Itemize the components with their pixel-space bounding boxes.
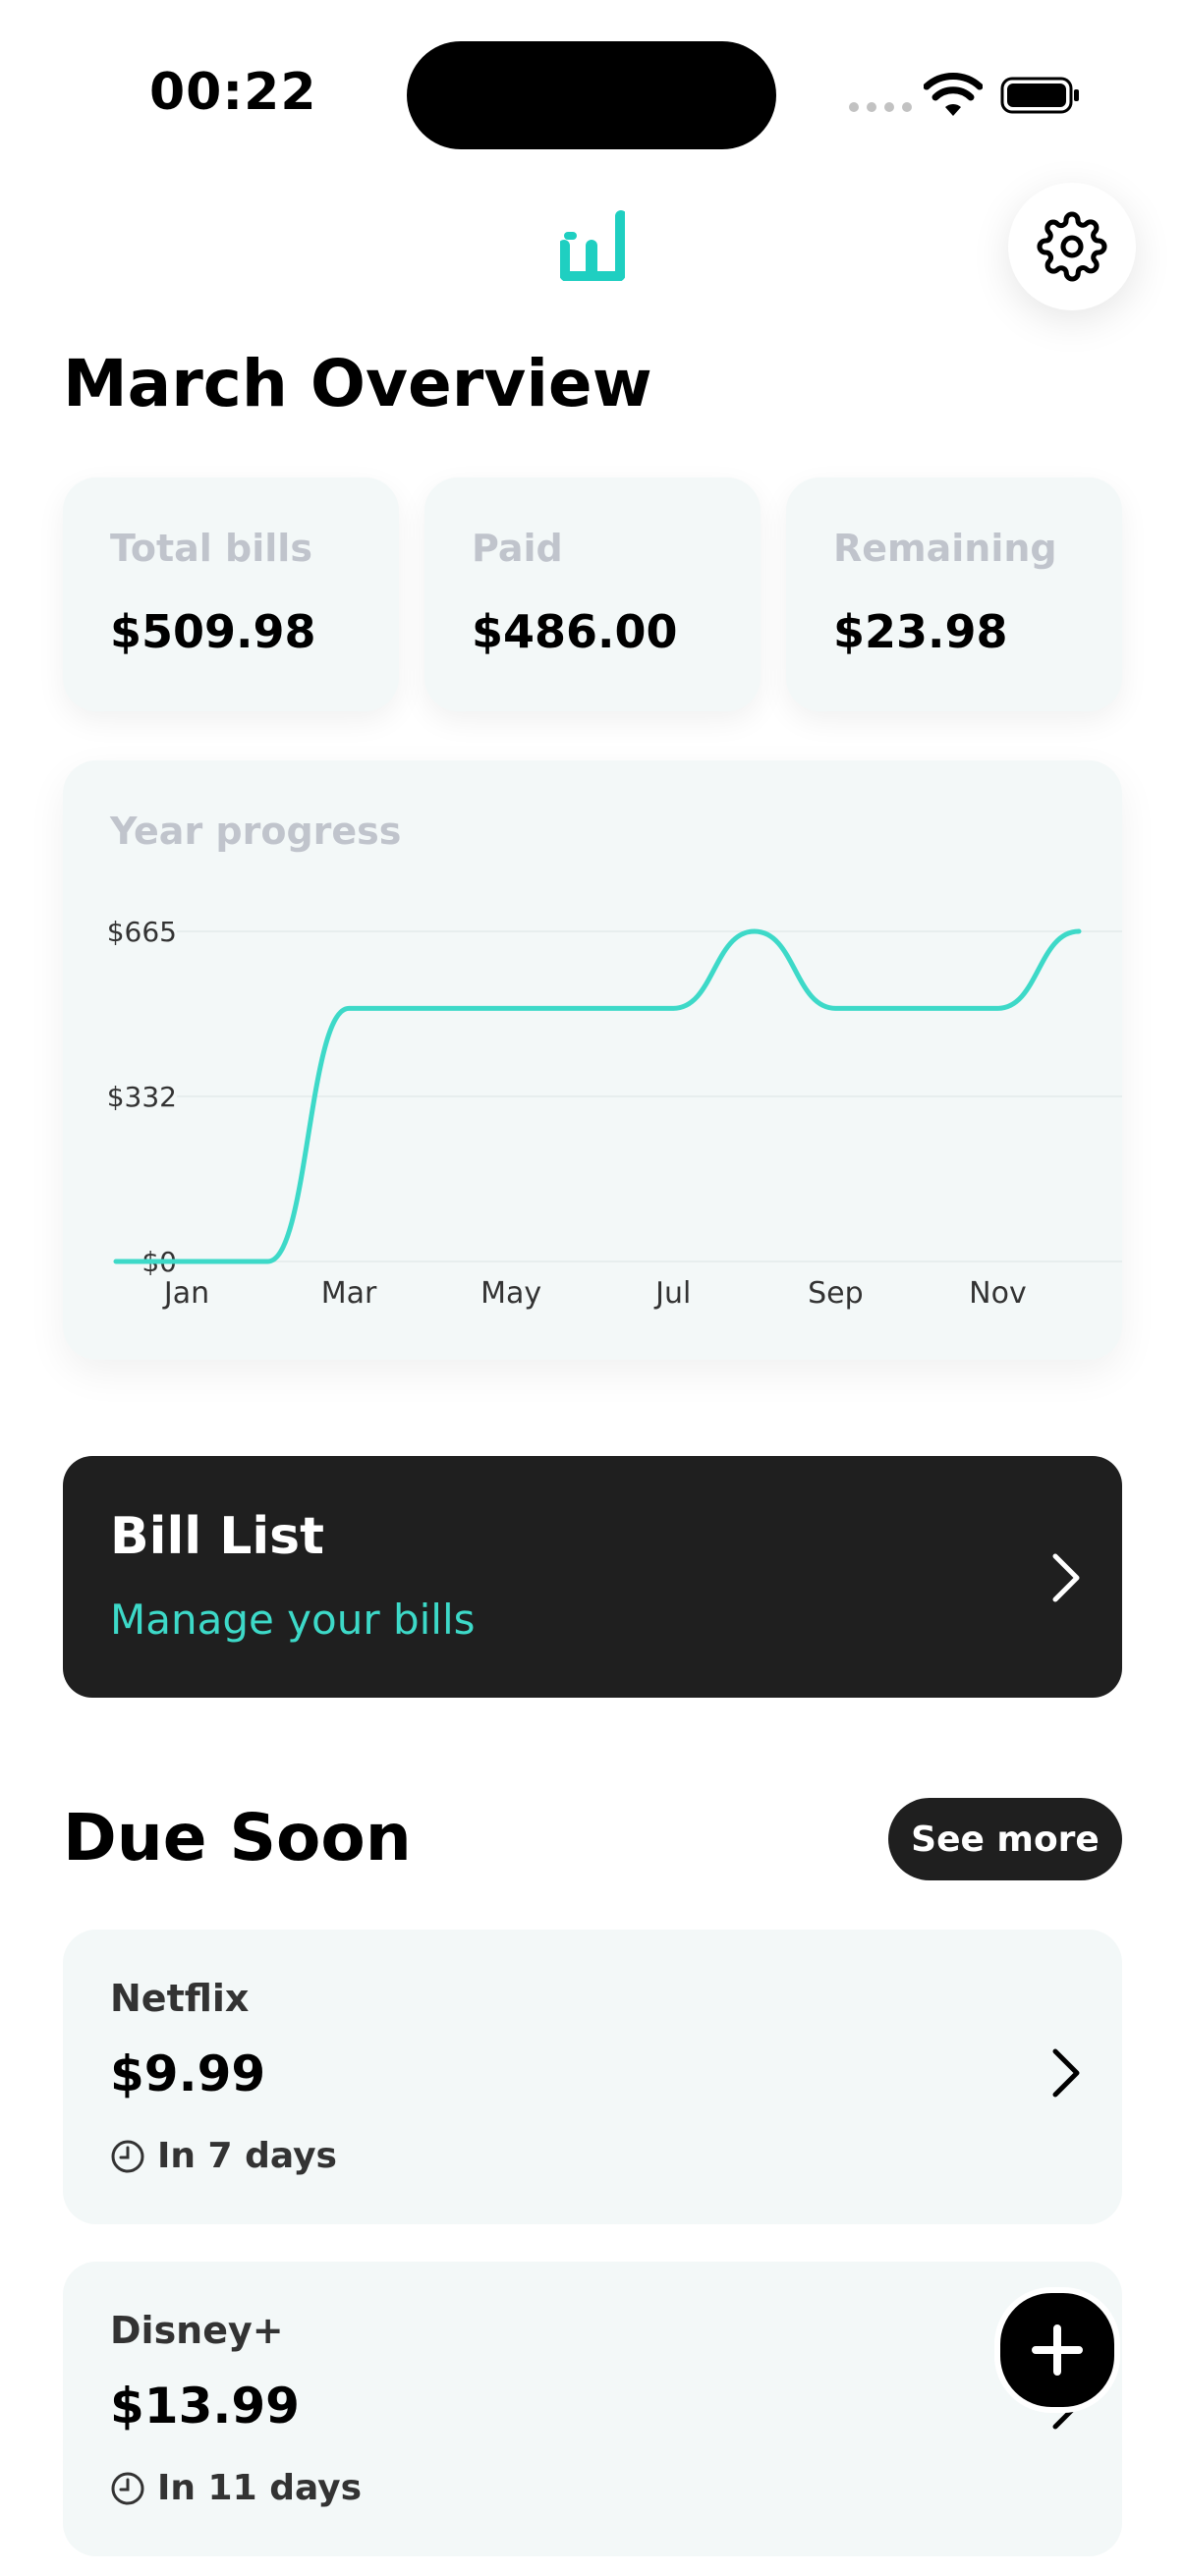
dynamic-island xyxy=(407,41,776,149)
stat-label: Remaining xyxy=(833,527,1057,570)
bill-due-row: In 11 days xyxy=(110,2468,362,2508)
year-progress-chart: $0$332$665Jan Mar May Jul Sep Nov xyxy=(107,916,1122,1311)
stat-label: Total bills xyxy=(110,527,312,570)
x-tick-label: Sep xyxy=(808,1276,864,1311)
due-soon-title: Due Soon xyxy=(63,1800,412,1876)
clock-icon xyxy=(111,2140,144,2172)
stat-card-paid: Paid $486.00 xyxy=(424,477,761,711)
bill-list-button[interactable]: Bill List Manage your bills xyxy=(63,1456,1122,1698)
year-progress-card: Year progress $0 $332 $665 Jan Mar May Jul Sep N… xyxy=(63,760,1122,1360)
bill-due-text: In 11 days xyxy=(157,2468,363,2508)
stat-card-remaining: Remaining $23.98 xyxy=(786,477,1122,711)
chevron-right-icon xyxy=(1052,1553,1080,1602)
x-tick-label: Mar xyxy=(321,1276,377,1311)
bill-amount: $13.99 xyxy=(110,2378,300,2435)
bar-chart-logo-icon xyxy=(560,210,625,281)
y-tick-label: $665 xyxy=(107,916,177,948)
battery-icon xyxy=(1000,77,1079,114)
stat-value: $23.98 xyxy=(833,605,1008,658)
due-item-netflix[interactable]: Netflix $9.99 In 7 days xyxy=(63,1930,1122,2224)
y-tick-label: $332 xyxy=(107,1081,177,1113)
stat-value: $486.00 xyxy=(472,605,678,658)
see-more-button[interactable]: See more xyxy=(888,1798,1122,1880)
chevron-right-icon xyxy=(1052,2048,1080,2098)
due-item-disney[interactable]: Disney+ $13.99 In 11 days xyxy=(63,2262,1122,2556)
settings-button[interactable] xyxy=(1008,183,1136,310)
clock-icon xyxy=(111,2472,144,2504)
x-tick-label: May xyxy=(480,1276,541,1311)
x-tick-label: Nov xyxy=(969,1276,1027,1311)
bill-due-text: In 7 days xyxy=(157,2136,337,2176)
page-title: March Overview xyxy=(63,346,652,421)
stat-value: $509.98 xyxy=(110,605,316,658)
x-tick-label: Jul xyxy=(653,1276,691,1311)
bill-list-subtitle: Manage your bills xyxy=(110,1596,476,1644)
cellular-signal-icon xyxy=(849,102,912,112)
bill-name: Disney+ xyxy=(110,2309,284,2352)
stat-card-total: Total bills $509.98 xyxy=(63,477,399,711)
stat-label: Paid xyxy=(472,527,563,570)
bill-name: Netflix xyxy=(110,1977,250,2020)
plus-icon xyxy=(1032,2324,1083,2376)
gear-icon xyxy=(1037,211,1107,282)
wifi-icon xyxy=(924,73,983,116)
bill-due-row: In 7 days xyxy=(110,2136,337,2176)
add-bill-button[interactable] xyxy=(994,2287,1120,2413)
bill-amount: $9.99 xyxy=(110,2045,266,2102)
status-time: 00:22 xyxy=(149,63,317,122)
x-tick-label: Jan xyxy=(162,1276,209,1311)
bill-list-title: Bill List xyxy=(110,1507,324,1566)
